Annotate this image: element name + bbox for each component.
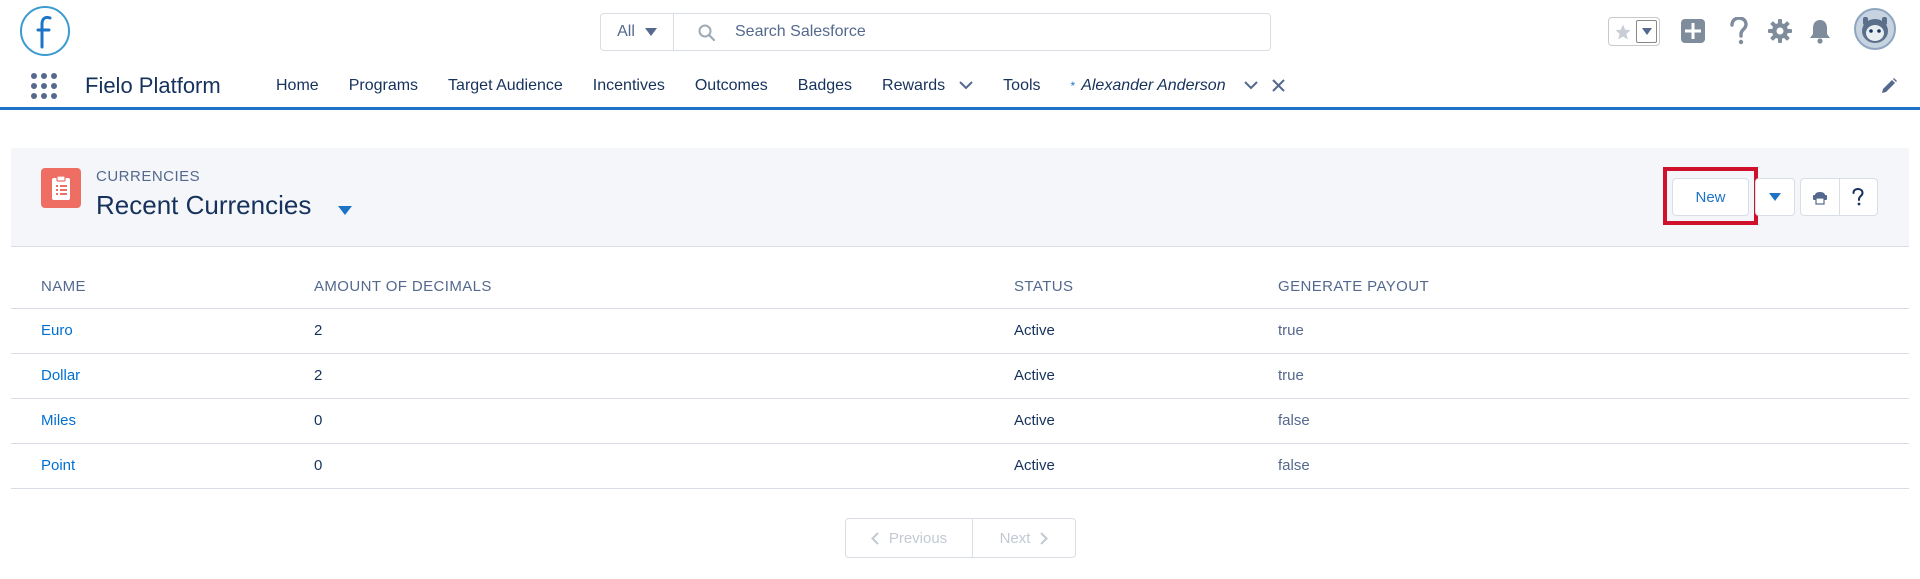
clipboard-icon <box>52 175 70 200</box>
record-name-link[interactable]: Euro <box>11 308 284 354</box>
unsaved-marker: * <box>1070 78 1076 93</box>
search-input-area <box>674 14 1270 50</box>
chevron-down-icon <box>959 81 973 90</box>
star-icon <box>1615 24 1630 39</box>
cell-generate-payout: true <box>1248 308 1909 354</box>
object-label: CURRENCIES <box>96 168 201 185</box>
fielo-logo-icon <box>36 15 52 49</box>
chevron-down-icon <box>644 28 657 36</box>
fielo-logo[interactable] <box>20 6 70 56</box>
table-row: Dollar 2 Active true <box>11 353 1909 399</box>
nav-item-home[interactable]: Home <box>276 77 319 95</box>
printer-icon <box>1812 192 1827 205</box>
app-launcher-icon[interactable] <box>28 70 60 102</box>
global-search: All <box>600 13 1271 51</box>
table-row: Point 0 Active false <box>11 443 1909 489</box>
record-name-link[interactable]: Miles <box>11 398 284 444</box>
cell-status: Active <box>984 353 1248 399</box>
cell-generate-payout: true <box>1248 353 1909 399</box>
list-tools-group <box>1800 178 1878 216</box>
nav-item-target-audience[interactable]: Target Audience <box>448 77 563 95</box>
previous-page-button[interactable]: Previous <box>846 519 973 557</box>
close-icon <box>1271 79 1285 92</box>
next-page-button[interactable]: Next <box>973 519 1075 557</box>
app-name: Fielo Platform <box>85 73 221 98</box>
favorites-group <box>1608 17 1660 46</box>
chevron-right-icon <box>1040 531 1049 545</box>
previous-label: Previous <box>888 529 948 547</box>
more-actions-button[interactable] <box>1755 178 1795 216</box>
record-name-link[interactable]: Dollar <box>11 353 284 399</box>
list-view-header: CURRENCIES Recent Currencies New <box>11 148 1909 247</box>
column-header-amount-of-decimals[interactable]: AMOUNT OF DECIMALS <box>284 274 984 309</box>
cell-status: Active <box>984 308 1248 354</box>
global-header: All <box>0 0 1920 64</box>
help-button[interactable] <box>1722 14 1756 48</box>
global-actions-button[interactable] <box>1676 14 1710 48</box>
nav-item-rewards-group: Rewards <box>882 77 973 95</box>
cell-decimals: 0 <box>284 443 984 489</box>
list-view-card: CURRENCIES Recent Currencies New NAME AM… <box>11 148 1909 579</box>
tab-close-button[interactable] <box>1271 79 1285 92</box>
table-row: Euro 2 Active true <box>11 308 1909 354</box>
table-header-row: NAME AMOUNT OF DECIMALS STATUS GENERATE … <box>11 274 1909 309</box>
cell-generate-payout: false <box>1248 443 1909 489</box>
cell-decimals: 2 <box>284 308 984 354</box>
favorites-dropdown-button[interactable] <box>1636 20 1657 43</box>
help-icon <box>1730 17 1748 45</box>
next-label: Next <box>999 529 1031 547</box>
avatar[interactable] <box>1854 8 1896 50</box>
nav-tab-label: Alexander Anderson <box>1081 76 1226 94</box>
cell-decimals: 0 <box>284 398 984 444</box>
navigation-bar: Fielo Platform Home Programs Target Audi… <box>0 64 1920 110</box>
nav-item-programs[interactable]: Programs <box>349 77 418 95</box>
cell-decimals: 2 <box>284 353 984 399</box>
rewards-menu-button[interactable] <box>959 81 973 90</box>
new-button[interactable]: New <box>1672 178 1749 216</box>
print-button[interactable] <box>1801 179 1839 215</box>
tab-menu-button[interactable] <box>1243 81 1258 90</box>
column-header-name[interactable]: NAME <box>11 274 284 309</box>
pencil-icon <box>1882 78 1897 93</box>
list-view-title: Recent Currencies <box>96 190 312 220</box>
help-list-button[interactable] <box>1838 179 1878 215</box>
nav-items: Home Programs Target Audience Incentives… <box>276 64 1285 107</box>
gear-icon <box>1768 19 1792 43</box>
cell-status: Active <box>984 398 1248 444</box>
nav-item-rewards[interactable]: Rewards <box>882 77 945 95</box>
cell-generate-payout: false <box>1248 398 1909 444</box>
currency-object-icon <box>41 168 81 208</box>
bell-icon <box>1810 20 1830 44</box>
nav-item-incentives[interactable]: Incentives <box>593 77 665 95</box>
record-name-link[interactable]: Point <box>11 443 284 489</box>
search-icon <box>698 24 715 41</box>
column-header-status[interactable]: STATUS <box>984 274 1248 309</box>
chevron-down-icon <box>1641 28 1652 35</box>
nav-item-tools[interactable]: Tools <box>1003 77 1040 95</box>
nav-item-outcomes[interactable]: Outcomes <box>695 77 768 95</box>
chevron-left-icon <box>870 531 879 545</box>
list-view-switcher[interactable] <box>335 200 355 220</box>
help-icon <box>1852 188 1864 206</box>
nav-tab-alexander-anderson[interactable]: * Alexander Anderson <box>1071 77 1285 95</box>
chevron-down-icon <box>1769 193 1781 201</box>
search-scope-select[interactable]: All <box>601 14 674 50</box>
user-avatar-icon <box>1862 17 1888 43</box>
pagination: Previous Next <box>845 518 1076 558</box>
setup-button[interactable] <box>1763 14 1797 48</box>
records-table: NAME AMOUNT OF DECIMALS STATUS GENERATE … <box>11 274 1909 489</box>
table-row: Miles 0 Active false <box>11 398 1909 444</box>
favorites-button[interactable] <box>1609 18 1636 45</box>
search-scope-label: All <box>617 23 635 40</box>
chevron-down-icon <box>1243 81 1258 90</box>
cell-status: Active <box>984 443 1248 489</box>
search-input[interactable] <box>735 23 1235 41</box>
chevron-down-icon <box>338 205 352 215</box>
add-icon <box>1681 19 1705 43</box>
nav-item-badges[interactable]: Badges <box>798 77 852 95</box>
column-header-generate-payout[interactable]: GENERATE PAYOUT <box>1248 274 1909 309</box>
edit-nav-button[interactable] <box>1878 75 1900 97</box>
notifications-button[interactable] <box>1803 14 1837 48</box>
